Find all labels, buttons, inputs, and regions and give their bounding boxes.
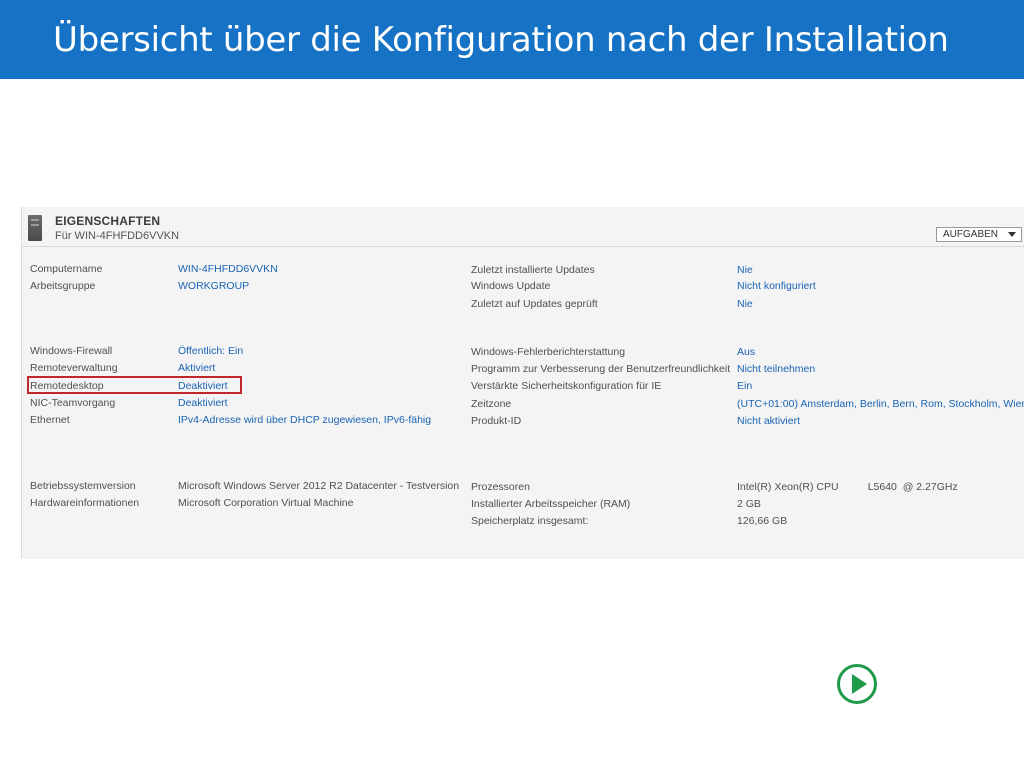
- panel-title: EIGENSCHAFTEN: [55, 214, 161, 228]
- slide-title: Übersicht über die Konfiguration nach de…: [53, 20, 949, 60]
- firewall-link[interactable]: Öffentlich: Ein: [178, 344, 243, 358]
- server-icon: [28, 215, 42, 241]
- property-label: Installierter Arbeitsspeicher (RAM): [471, 498, 631, 510]
- ram-value: 2 GB: [737, 498, 761, 510]
- error-reporting-link[interactable]: Aus: [737, 345, 755, 359]
- product-id-link[interactable]: Nicht aktiviert: [737, 414, 800, 428]
- property-label: Windows-Fehlerberichterstattung: [471, 346, 626, 358]
- property-label: Hardwareinformationen: [30, 497, 140, 509]
- ethernet-link[interactable]: IPv4-Adresse wird über DHCP zugewiesen, …: [178, 413, 431, 427]
- tasks-label: AUFGABEN: [943, 229, 999, 240]
- tasks-dropdown-button[interactable]: AUFGABEN: [936, 227, 1022, 242]
- timezone-link[interactable]: (UTC+01:00) Amsterdam, Berlin, Bern, Rom…: [737, 397, 1024, 411]
- property-label: Produkt-ID: [471, 415, 522, 427]
- chevron-down-icon: [1008, 232, 1016, 237]
- panel-subtitle: Für WIN-4FHFDD6VVKN: [55, 230, 180, 242]
- last-checked-link[interactable]: Nie: [737, 297, 753, 311]
- property-label: Prozessoren: [471, 481, 530, 493]
- property-label: Zeitzone: [471, 398, 512, 410]
- play-button[interactable]: [836, 663, 878, 705]
- property-label: Verstärkte Sicherheitskonfiguration für …: [471, 380, 662, 392]
- ceip-link[interactable]: Nicht teilnehmen: [737, 362, 815, 376]
- property-label: Betriebssystemversion: [30, 480, 136, 492]
- hardware-info-value: Microsoft Corporation Virtual Machine: [178, 497, 354, 509]
- property-label: Programm zur Verbesserung der Benutzerfr…: [471, 363, 731, 375]
- windows-update-link[interactable]: Nicht konfiguriert: [737, 279, 816, 293]
- processor-value: Intel(R) Xeon(R) CPU L5640 @ 2.27GHz: [737, 481, 958, 493]
- panel-header: EIGENSCHAFTEN Für WIN-4FHFDD6VVKN AUFGAB…: [22, 207, 1024, 247]
- remote-management-link[interactable]: Aktiviert: [178, 361, 215, 375]
- os-version-value: Microsoft Windows Server 2012 R2 Datacen…: [178, 480, 460, 492]
- property-label: Zuletzt auf Updates geprüft: [471, 298, 598, 310]
- property-label: Remoteverwaltung: [30, 362, 118, 374]
- property-label: Arbeitsgruppe: [30, 280, 96, 292]
- property-label: Zuletzt installierte Updates: [471, 264, 595, 276]
- computername-link[interactable]: WIN-4FHFDD6VVKN: [178, 262, 278, 276]
- nic-teaming-link[interactable]: Deaktiviert: [178, 396, 228, 410]
- title-banner: Übersicht über die Konfiguration nach de…: [0, 0, 1024, 79]
- property-label: Windows-Firewall: [30, 345, 113, 357]
- properties-panel: EIGENSCHAFTEN Für WIN-4FHFDD6VVKN AUFGAB…: [21, 207, 1024, 559]
- property-label: Windows Update: [471, 280, 551, 292]
- ie-esc-link[interactable]: Ein: [737, 379, 752, 393]
- property-label: Ethernet: [30, 414, 70, 426]
- last-updates-link[interactable]: Nie: [737, 263, 753, 277]
- property-label: NIC-Teamvorgang: [30, 397, 116, 409]
- property-label: Speicherplatz insgesamt:: [471, 515, 589, 527]
- disk-space-value: 126,66 GB: [737, 515, 788, 527]
- remotedesktop-highlight-box: [27, 376, 242, 394]
- workgroup-link[interactable]: WORKGROUP: [178, 279, 249, 293]
- play-icon: [837, 664, 877, 704]
- property-label: Computername: [30, 263, 103, 275]
